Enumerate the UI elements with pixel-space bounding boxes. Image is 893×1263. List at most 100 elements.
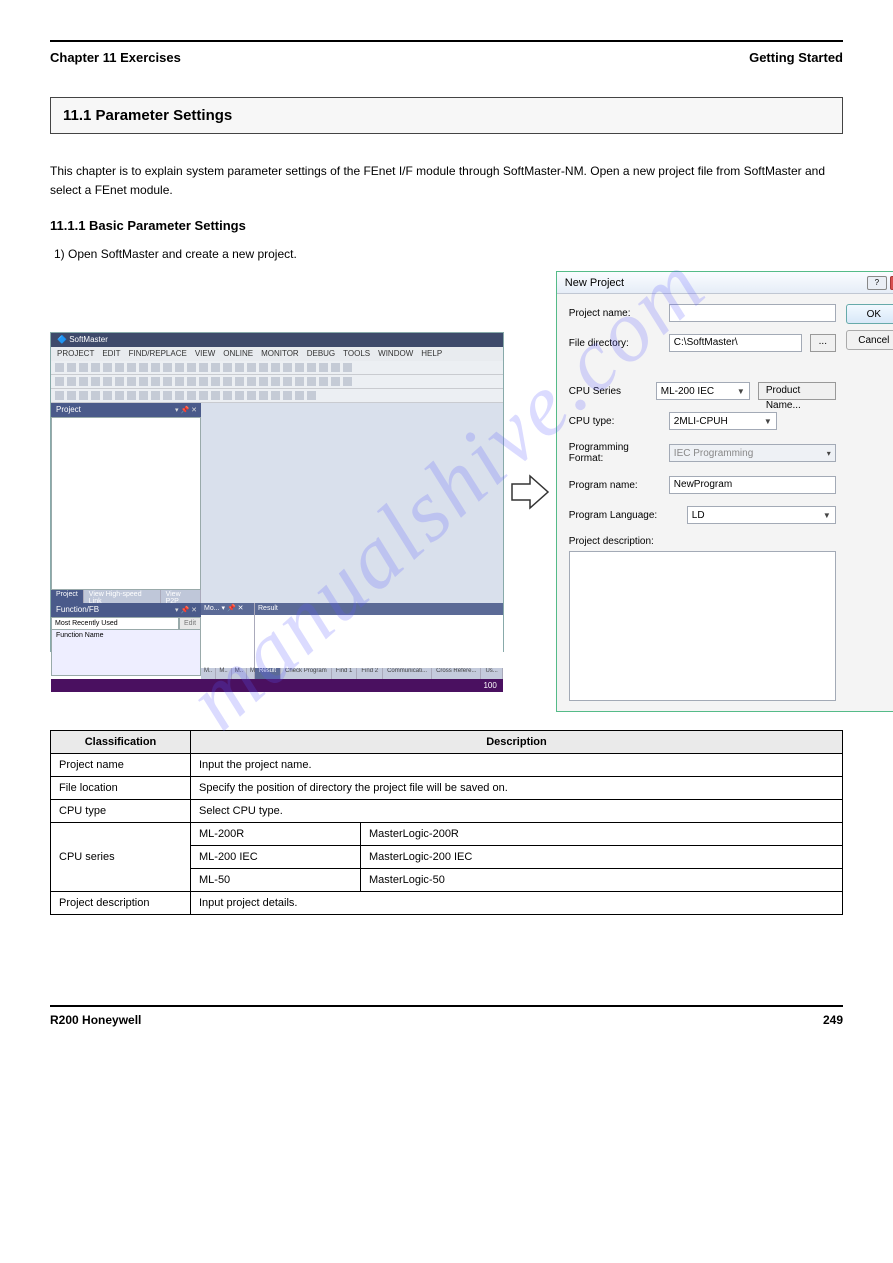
result-tab-crossref[interactable]: Cross Refere... — [432, 668, 481, 679]
tb-icon[interactable] — [151, 377, 160, 386]
help-icon[interactable]: ? — [867, 276, 887, 290]
cpu-type-select[interactable]: 2MLI-CPUH▼ — [669, 412, 777, 430]
browse-button[interactable]: ... — [810, 334, 836, 352]
func-edit-button[interactable]: Edit — [179, 617, 201, 630]
menu-help[interactable]: HELP — [421, 349, 442, 358]
tb-icon[interactable] — [199, 391, 208, 400]
menu-monitor[interactable]: MONITOR — [261, 349, 299, 358]
tb-icon[interactable] — [259, 363, 268, 372]
tb-icon[interactable] — [67, 391, 76, 400]
product-name-button[interactable]: Product Name... — [758, 382, 836, 400]
tb-icon[interactable] — [259, 391, 268, 400]
tb-icon[interactable] — [91, 391, 100, 400]
tb-icon[interactable] — [211, 363, 220, 372]
tb-icon[interactable] — [91, 377, 100, 386]
panel-pin-close-icon[interactable]: ▾ 📌 ✕ — [175, 604, 197, 618]
project-description-textarea[interactable] — [569, 551, 836, 701]
tb-icon[interactable] — [199, 377, 208, 386]
tb-icon[interactable] — [187, 363, 196, 372]
menu-findreplace[interactable]: FIND/REPLACE — [129, 349, 187, 358]
tb-icon[interactable] — [235, 377, 244, 386]
tb-icon[interactable] — [259, 377, 268, 386]
monitor-tab[interactable]: M.. — [216, 668, 231, 679]
tb-icon[interactable] — [223, 391, 232, 400]
result-tab-find1[interactable]: Find 1 — [332, 668, 358, 679]
tb-icon[interactable] — [283, 363, 292, 372]
cancel-button[interactable]: Cancel — [846, 330, 893, 350]
tb-icon[interactable] — [175, 391, 184, 400]
tb-icon[interactable] — [103, 391, 112, 400]
tb-icon[interactable] — [295, 377, 304, 386]
tb-icon[interactable] — [235, 391, 244, 400]
result-tab-result[interactable]: Result — [255, 668, 281, 679]
tb-icon[interactable] — [247, 363, 256, 372]
result-tab-find2[interactable]: Find 2 — [357, 668, 383, 679]
tb-icon[interactable] — [223, 363, 232, 372]
tb-icon[interactable] — [67, 363, 76, 372]
tb-icon[interactable] — [187, 377, 196, 386]
menu-online[interactable]: ONLINE — [223, 349, 253, 358]
tb-icon[interactable] — [235, 363, 244, 372]
menu-project[interactable]: PROJECT — [57, 349, 94, 358]
tb-icon[interactable] — [115, 391, 124, 400]
tb-icon[interactable] — [319, 377, 328, 386]
tb-icon[interactable] — [175, 363, 184, 372]
tb-icon[interactable] — [247, 377, 256, 386]
tb-icon[interactable] — [127, 377, 136, 386]
tb-icon[interactable] — [67, 377, 76, 386]
program-format-select[interactable]: IEC Programming▾ — [669, 444, 836, 462]
tb-icon[interactable] — [283, 377, 292, 386]
func-dropdown[interactable]: Most Recently Used — [51, 617, 179, 630]
tb-icon[interactable] — [271, 377, 280, 386]
tb-icon[interactable] — [139, 391, 148, 400]
tb-icon[interactable] — [139, 363, 148, 372]
tb-icon[interactable] — [79, 391, 88, 400]
tab-highspeed-link[interactable]: View High-speed Link — [84, 590, 161, 603]
tb-icon[interactable] — [127, 363, 136, 372]
menu-view[interactable]: VIEW — [195, 349, 215, 358]
tb-icon[interactable] — [127, 391, 136, 400]
tb-icon[interactable] — [103, 363, 112, 372]
tb-icon[interactable] — [211, 391, 220, 400]
result-tab-check[interactable]: Check Program — [281, 668, 332, 679]
tb-icon[interactable] — [55, 377, 64, 386]
tb-icon[interactable] — [223, 377, 232, 386]
monitor-tab[interactable]: M.. — [232, 668, 247, 679]
tb-icon[interactable] — [163, 363, 172, 372]
monitor-tab[interactable]: M.. — [201, 668, 216, 679]
tb-icon[interactable] — [139, 377, 148, 386]
tb-icon[interactable] — [307, 391, 316, 400]
cpu-series-select[interactable]: ML-200 IEC▼ — [656, 382, 750, 400]
tb-icon[interactable] — [343, 363, 352, 372]
project-name-input[interactable] — [669, 304, 836, 322]
file-directory-input[interactable]: C:\SoftMaster\ — [669, 334, 802, 352]
tb-icon[interactable] — [55, 391, 64, 400]
tb-icon[interactable] — [187, 391, 196, 400]
tb-icon[interactable] — [331, 377, 340, 386]
tb-icon[interactable] — [343, 377, 352, 386]
tb-icon[interactable] — [295, 363, 304, 372]
panel-pin-close-icon[interactable]: ▾ 📌 ✕ — [175, 404, 197, 418]
menu-edit[interactable]: EDIT — [102, 349, 120, 358]
tb-icon[interactable] — [55, 363, 64, 372]
tab-p2p[interactable]: View P2P — [161, 590, 201, 603]
tb-icon[interactable] — [283, 391, 292, 400]
tb-icon[interactable] — [307, 377, 316, 386]
result-tab-comm[interactable]: Communicati... — [383, 668, 432, 679]
tb-icon[interactable] — [307, 363, 316, 372]
tb-icon[interactable] — [163, 391, 172, 400]
tb-icon[interactable] — [103, 377, 112, 386]
tb-icon[interactable] — [247, 391, 256, 400]
tb-icon[interactable] — [175, 377, 184, 386]
tb-icon[interactable] — [331, 363, 340, 372]
tb-icon[interactable] — [115, 377, 124, 386]
tb-icon[interactable] — [79, 363, 88, 372]
program-language-select[interactable]: LD▼ — [687, 506, 836, 524]
tb-icon[interactable] — [79, 377, 88, 386]
tab-project[interactable]: Project — [51, 590, 84, 603]
menu-tools[interactable]: TOOLS — [343, 349, 370, 358]
tb-icon[interactable] — [115, 363, 124, 372]
tb-icon[interactable] — [211, 377, 220, 386]
tb-icon[interactable] — [199, 363, 208, 372]
tb-icon[interactable] — [151, 391, 160, 400]
